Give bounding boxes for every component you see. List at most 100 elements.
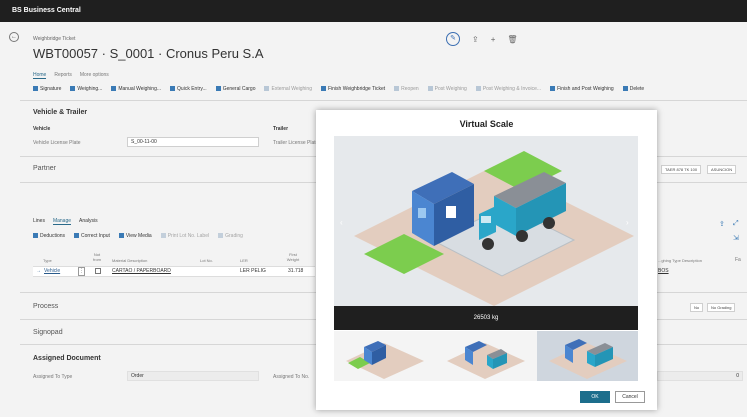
deductions-button[interactable]: Deductions <box>33 233 65 239</box>
row-select-arrow-icon[interactable]: → <box>36 268 41 274</box>
column-header-not-from: Not from <box>93 252 101 262</box>
process-badge: No Grading <box>707 303 736 312</box>
title-actions: ✎ ⇪ + 🗑 <box>446 32 518 46</box>
new-icon[interactable]: + <box>491 35 496 44</box>
dialog-title: Virtual Scale <box>459 119 514 129</box>
back-arrow-icon[interactable]: ← <box>9 32 19 42</box>
view-media-button[interactable]: View Media <box>118 233 152 239</box>
post-icon <box>427 86 433 92</box>
partner-badge: ASUNCION <box>707 165 737 174</box>
manual-weighing-button[interactable]: Manual Weighing... <box>111 86 161 92</box>
row-ler: LER PELIG <box>240 268 266 274</box>
tab-analysis[interactable]: Analysis <box>79 218 98 225</box>
vehicle-group-label: Vehicle <box>33 126 51 132</box>
thumbnail-illustration <box>346 341 424 379</box>
thumbnail-item-selected[interactable] <box>536 331 638 381</box>
tab-lines[interactable]: Lines <box>33 218 45 225</box>
tab-reports[interactable]: Reports <box>54 72 72 79</box>
thumbnail-illustration <box>447 341 526 379</box>
cancel-button[interactable]: Cancel <box>615 391 645 403</box>
vehicle-plate-label: Vehicle License Plate <box>33 140 81 146</box>
vehicle-plate-field[interactable]: S_00-11-00 <box>127 137 259 147</box>
general-cargo-button[interactable]: General Cargo <box>215 86 255 92</box>
assigned-type-label: Assigned To Type <box>33 374 73 380</box>
weight-readout: 26503 kg <box>334 306 638 330</box>
app-title: BS Business Central <box>12 7 81 14</box>
grading-button[interactable]: Grading <box>218 233 243 239</box>
column-header-type: Type <box>43 258 52 263</box>
quick-entry-button[interactable]: Quick Entry... <box>170 86 207 92</box>
section-signopad[interactable]: Signopad <box>33 329 63 336</box>
reopen-button[interactable]: Reopen <box>394 86 419 92</box>
post-invoice-button[interactable]: Post Weighing & Invoice... <box>475 86 541 92</box>
trailer-group-label: Trailer <box>273 126 289 132</box>
edit-icon[interactable]: ✎ <box>446 32 460 46</box>
quick-entry-icon <box>170 86 176 92</box>
row-first-weight: 31.718 <box>288 268 304 274</box>
column-header-ler: LER <box>240 258 248 263</box>
print-lot-label-button[interactable]: Print Lot No. Label <box>160 233 209 239</box>
thumbnail-strip <box>334 331 638 381</box>
finish-ticket-button[interactable]: Finish Weighbridge Ticket <box>320 86 385 92</box>
column-header-lot: Lot No. <box>200 258 213 263</box>
cargo-icon <box>215 86 221 92</box>
next-image-icon[interactable]: › <box>626 218 629 227</box>
weighing-button[interactable]: Weighing... <box>70 86 102 92</box>
breadcrumb: Weighbridge Ticket <box>33 36 76 42</box>
app-bar: BS Business Central <box>0 0 747 22</box>
section-process[interactable]: Process <box>33 303 58 310</box>
thumbnail-item[interactable] <box>334 331 435 381</box>
correct-input-button[interactable]: Correct Input <box>74 233 110 239</box>
personalize-icon[interactable]: ⇲ <box>733 234 739 242</box>
column-header-material: Material Description <box>112 258 148 263</box>
external-icon <box>264 86 270 92</box>
post-weighing-button[interactable]: Post Weighing <box>427 86 467 92</box>
document-icon <box>320 86 326 92</box>
assigned-right-field[interactable]: 0 <box>657 371 743 381</box>
tab-more-options[interactable]: More options <box>80 72 109 79</box>
previous-image-icon[interactable]: ‹ <box>340 218 343 227</box>
image-viewer: ‹ › <box>334 136 638 311</box>
delete-icon[interactable]: 🗑 <box>507 35 517 44</box>
table-row[interactable] <box>33 266 315 277</box>
tab-home[interactable]: Home <box>33 72 47 79</box>
thumbnail-illustration <box>548 339 627 379</box>
ok-button[interactable]: OK <box>580 391 610 403</box>
print-icon <box>160 233 166 239</box>
not-from-checkbox[interactable] <box>95 268 101 274</box>
column-header-weighing-type: ...ghing Type Description <box>658 258 702 263</box>
row-type-link[interactable]: Vehicle <box>44 268 60 274</box>
post-icon <box>550 86 556 92</box>
assigned-no-label: Assigned To No. <box>273 374 310 380</box>
lines-action-bar: Deductions Correct Input View Media Prin… <box>33 233 243 239</box>
scale-icon <box>70 86 76 92</box>
signature-icon <box>33 86 38 92</box>
signature-button[interactable]: Signature <box>33 86 61 92</box>
expand-icon[interactable]: ⤢ <box>733 220 739 228</box>
thumbnail-item[interactable] <box>435 331 536 381</box>
post-icon <box>475 86 481 92</box>
tab-manage[interactable]: Manage <box>52 218 72 225</box>
trailer-plate-label: Trailer License Plate <box>273 140 316 146</box>
row-weighing-type: BOS <box>658 268 669 274</box>
section-vehicle-trailer[interactable]: Vehicle & Trailer <box>33 109 87 116</box>
assigned-type-field[interactable]: Order <box>127 371 259 381</box>
media-icon <box>118 233 124 239</box>
delete-icon <box>622 86 628 92</box>
share-icon[interactable]: ⇪ <box>472 35 479 44</box>
section-partner[interactable]: Partner <box>33 165 56 172</box>
section-assigned-document[interactable]: Assigned Document <box>33 355 101 362</box>
divider <box>20 100 747 101</box>
row-menu-icon[interactable]: ⋮ <box>78 267 85 276</box>
share-icon[interactable]: ⇪ <box>719 220 725 228</box>
reopen-icon <box>394 86 400 92</box>
action-bar: Signature Weighing... Manual Weighing...… <box>33 86 644 92</box>
scale-icon <box>111 86 117 92</box>
process-badge: No <box>690 303 704 312</box>
lines-tabs: Lines Manage Analysis <box>33 218 98 225</box>
page-title: WBT00057 · S_0001 · Cronus Peru S.A <box>33 46 264 61</box>
external-weighing-button[interactable]: External Weighing <box>264 86 312 92</box>
finish-post-button[interactable]: Finish and Post Weighing <box>550 86 614 92</box>
delete-button[interactable]: Delete <box>622 86 644 92</box>
row-material[interactable]: CARTAO / PAPERBOARD <box>112 268 171 274</box>
